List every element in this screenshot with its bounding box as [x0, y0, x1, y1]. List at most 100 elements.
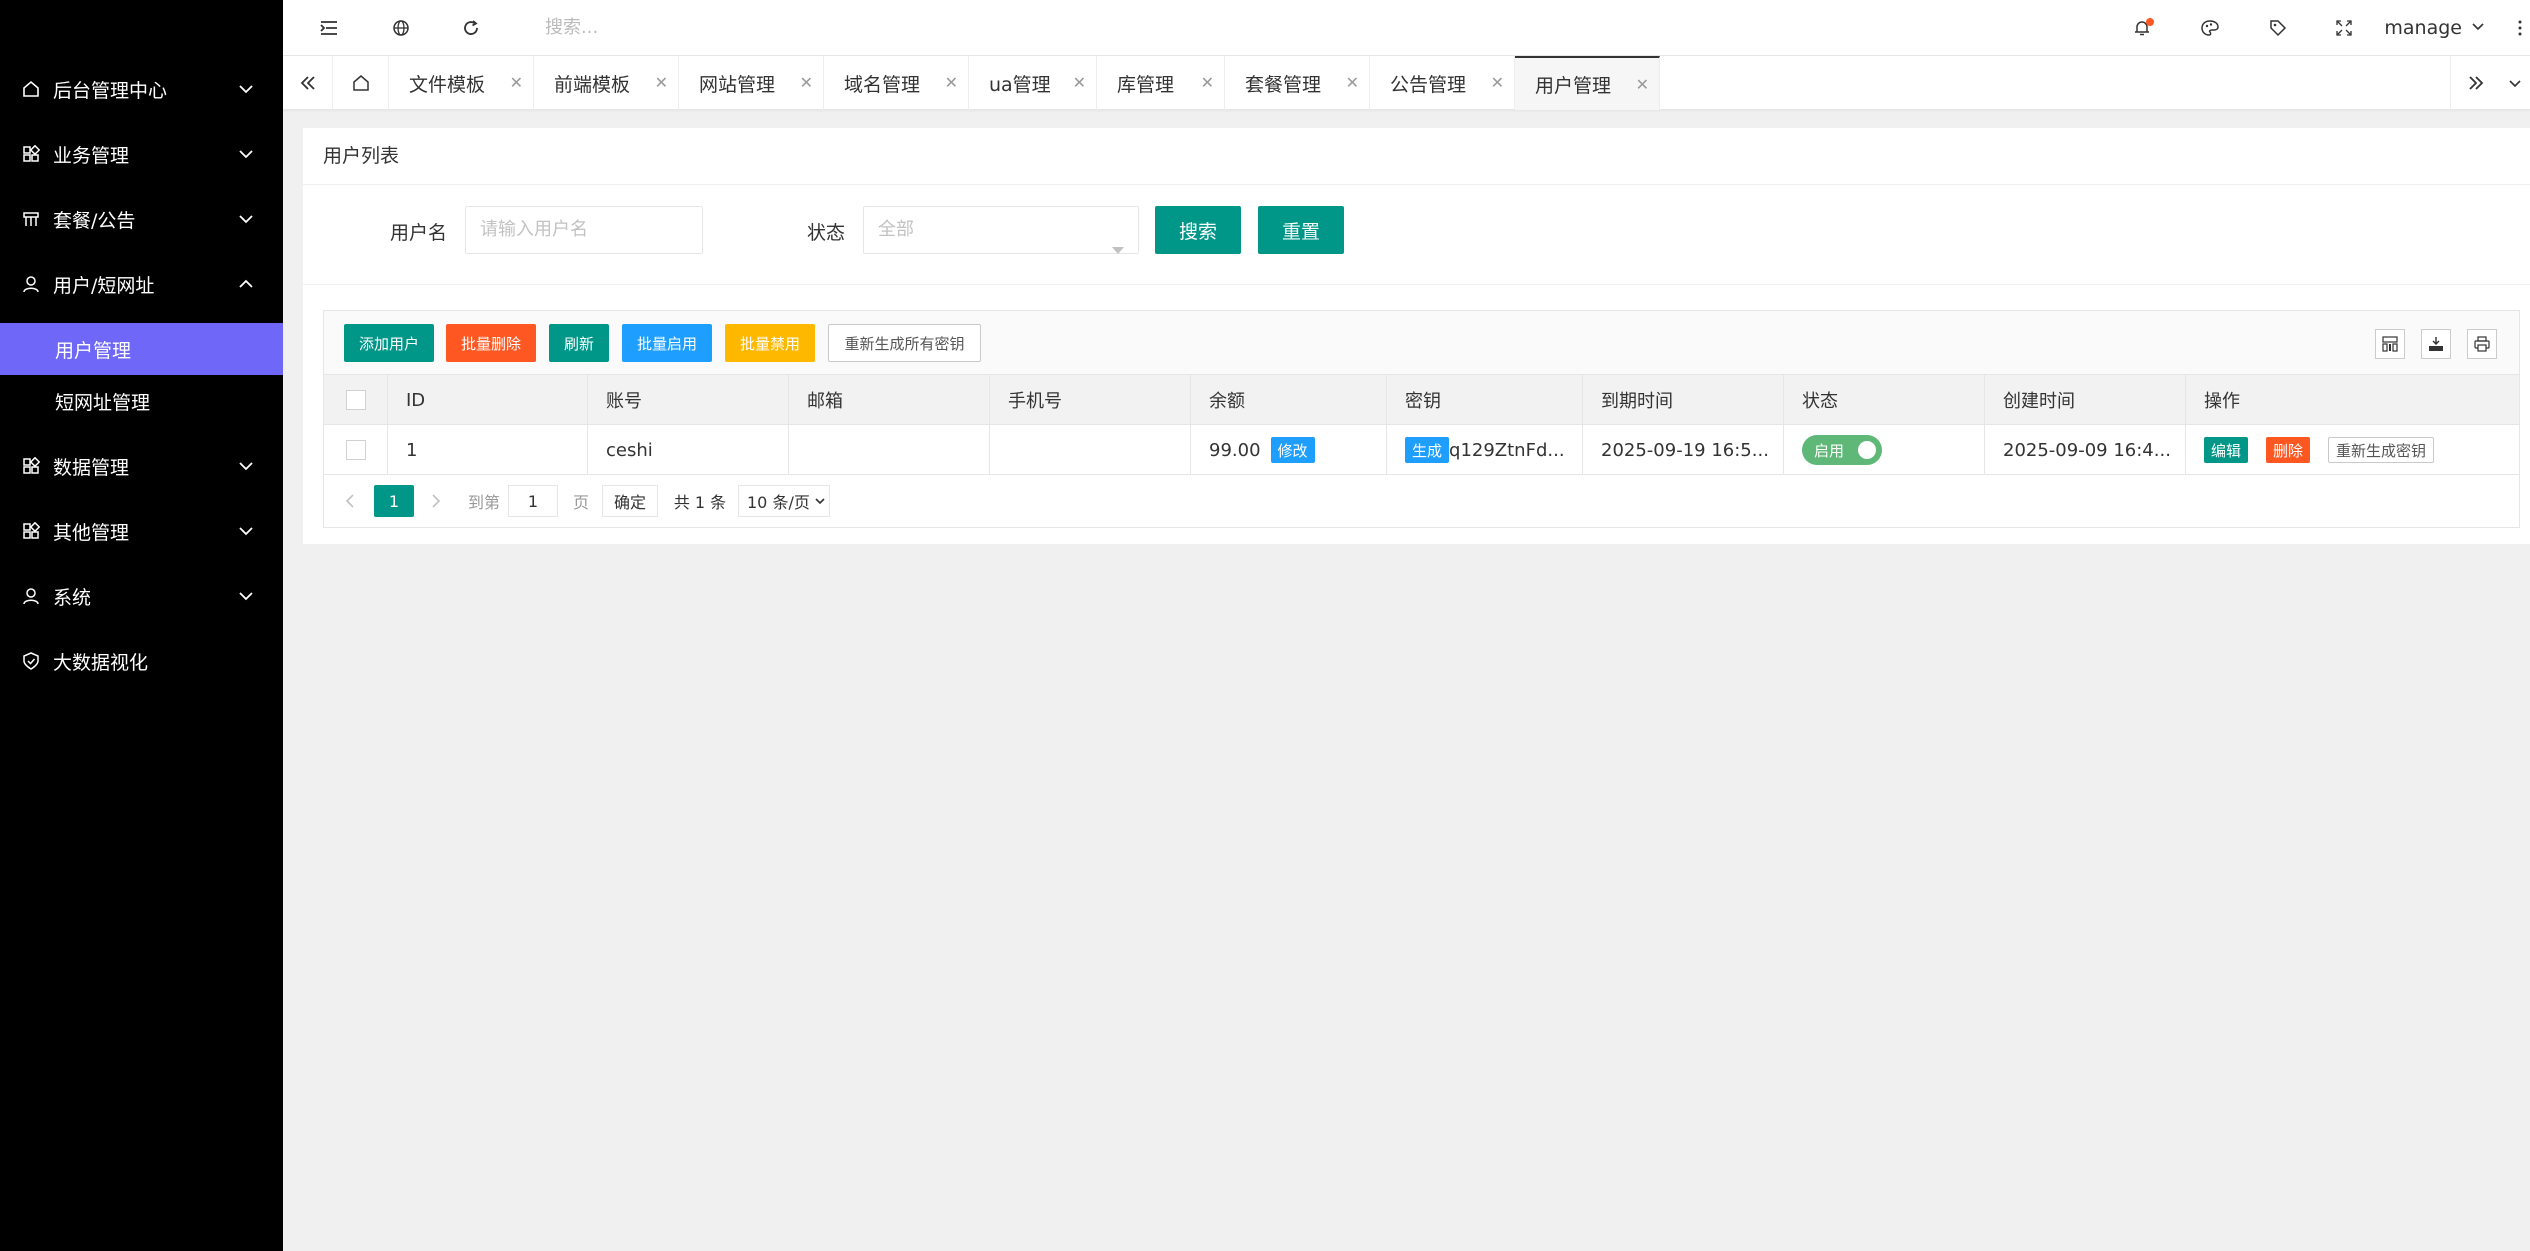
cell-phone	[990, 425, 1191, 475]
close-icon[interactable]: ✕	[1491, 73, 1504, 92]
cell-actions: 编辑 删除 重新生成密钥	[2186, 425, 2519, 475]
close-icon[interactable]: ✕	[510, 73, 523, 92]
reset-button[interactable]: 重置	[1258, 206, 1344, 254]
column-header[interactable]: 状态	[1784, 375, 1985, 425]
tab-user-management[interactable]: 用户管理 ✕	[1515, 56, 1660, 110]
page-size-select[interactable]: 10 条/页	[738, 485, 830, 517]
regenerate-all-keys-button[interactable]: 重新生成所有密钥	[828, 324, 981, 362]
add-user-button[interactable]: 添加用户	[344, 324, 434, 362]
chevron-down-icon	[235, 455, 257, 477]
tabs-menu-chevron-icon[interactable]	[2500, 56, 2530, 110]
sidebar-item-business[interactable]: 业务管理	[0, 122, 283, 186]
search-button[interactable]: 搜索	[1155, 206, 1241, 254]
store-icon	[21, 209, 41, 229]
close-icon[interactable]: ✕	[1201, 73, 1214, 92]
close-icon[interactable]: ✕	[1346, 73, 1359, 92]
sidebar-item-user-shorturl[interactable]: 用户/短网址	[0, 252, 283, 316]
status-select[interactable]: 全部	[863, 206, 1139, 254]
edit-button[interactable]: 编辑	[2204, 437, 2249, 463]
select-all-cell	[324, 375, 388, 425]
column-header[interactable]: 到期时间	[1583, 375, 1784, 425]
more-vertical-icon[interactable]	[2510, 12, 2530, 44]
sidebar-subitem-user-management[interactable]: 用户管理	[0, 323, 283, 375]
batch-disable-button[interactable]: 批量禁用	[725, 324, 815, 362]
goto-page-input[interactable]: 1	[508, 485, 558, 517]
close-icon[interactable]: ✕	[1636, 75, 1649, 94]
refresh-icon[interactable]	[455, 12, 487, 44]
tab-library-management[interactable]: 库管理 ✕	[1097, 56, 1225, 110]
sidebar-item-data[interactable]: 数据管理	[0, 434, 283, 498]
sidebar-item-system[interactable]: 系统	[0, 564, 283, 628]
column-header[interactable]: 密钥	[1387, 375, 1583, 425]
sidebar-item-bigdata[interactable]: 大数据视化	[0, 629, 283, 693]
row-checkbox[interactable]	[345, 440, 366, 460]
sidebar-item-admin-center[interactable]: 后台管理中心	[0, 57, 283, 121]
tab-file-template[interactable]: 文件模板 ✕	[389, 56, 534, 110]
print-icon[interactable]	[2467, 329, 2497, 359]
tab-notice-management[interactable]: 公告管理 ✕	[1370, 56, 1515, 110]
fullscreen-icon[interactable]	[2328, 12, 2360, 44]
regenerate-key-button[interactable]: 重新生成密钥	[2328, 437, 2435, 463]
user-menu[interactable]: manage	[2384, 12, 2486, 44]
batch-delete-button[interactable]: 批量删除	[446, 324, 536, 362]
sidebar-item-label: 其他管理	[53, 521, 130, 544]
tab-website-management[interactable]: 网站管理 ✕	[679, 56, 824, 110]
table-toolbar: 添加用户 批量删除 刷新 批量启用 批量禁用 重新生成所有密钥	[324, 311, 2519, 375]
close-icon[interactable]: ✕	[1073, 73, 1086, 92]
cell-balance: 99.00 修改	[1191, 425, 1387, 475]
page-1-button[interactable]: 1	[374, 485, 414, 517]
column-header[interactable]: 手机号	[990, 375, 1191, 425]
prev-page-icon[interactable]	[338, 485, 362, 517]
tabs-scroll-left-icon[interactable]	[283, 56, 333, 110]
username-input[interactable]: 请输入用户名	[465, 206, 703, 254]
chevron-down-icon	[235, 208, 257, 230]
tab-package-management[interactable]: 套餐管理 ✕	[1225, 56, 1370, 110]
apps-icon	[21, 521, 41, 541]
sidebar-subitem-shorturl-management[interactable]: 短网址管理	[0, 375, 283, 427]
page-size-value: 10 条/页	[747, 493, 810, 512]
user-icon	[21, 586, 41, 606]
tab-home[interactable]	[333, 56, 389, 110]
bell-icon[interactable]	[2126, 12, 2158, 44]
select-all-checkbox[interactable]	[345, 390, 366, 410]
edit-balance-button[interactable]: 修改	[1270, 437, 1315, 463]
cell-created-time: 2025-09-09 16:4...	[1985, 425, 2186, 475]
batch-enable-button[interactable]: 批量启用	[622, 324, 712, 362]
status-toggle[interactable]: 启用	[1802, 435, 1882, 465]
tab-ua-management[interactable]: ua管理 ✕	[969, 56, 1097, 110]
divider	[303, 284, 2530, 285]
column-header[interactable]: ID	[388, 375, 588, 425]
delete-button[interactable]: 删除	[2266, 437, 2311, 463]
sidebar-item-other[interactable]: 其他管理	[0, 499, 283, 563]
column-header[interactable]: 余额	[1191, 375, 1387, 425]
card-title: 用户列表	[323, 145, 400, 167]
menu-toggle-icon[interactable]	[313, 12, 345, 44]
close-icon[interactable]: ✕	[655, 73, 668, 92]
palette-icon[interactable]	[2194, 12, 2226, 44]
export-icon[interactable]	[2421, 329, 2451, 359]
next-page-icon[interactable]	[424, 485, 448, 517]
tab-bar: 文件模板 ✕ 前端模板 ✕ 网站管理 ✕ 域名管理 ✕ ua管理 ✕ 库管理 ✕ 套餐管理 ✕…	[283, 56, 2530, 110]
generate-key-button[interactable]: 生成	[1405, 437, 1450, 463]
column-header[interactable]: 邮箱	[789, 375, 990, 425]
globe-icon[interactable]	[385, 12, 417, 44]
goto-confirm-button[interactable]: 确定	[602, 485, 658, 517]
close-icon[interactable]: ✕	[800, 73, 813, 92]
username-label: manage	[2384, 17, 2462, 39]
tab-label: 域名管理	[844, 73, 921, 96]
column-header[interactable]: 创建时间	[1985, 375, 2186, 425]
sidebar-item-package-notice[interactable]: 套餐/公告	[0, 187, 283, 251]
tab-domain-management[interactable]: 域名管理 ✕	[824, 56, 969, 110]
tabs-scroll-right-icon[interactable]	[2450, 56, 2500, 110]
tab-frontend-template[interactable]: 前端模板 ✕	[534, 56, 679, 110]
cell-id: 1	[388, 425, 588, 475]
column-header[interactable]: 账号	[588, 375, 789, 425]
chevron-down-icon	[2470, 17, 2486, 39]
refresh-button[interactable]: 刷新	[549, 324, 609, 362]
columns-filter-icon[interactable]	[2375, 329, 2405, 359]
tag-icon[interactable]	[2262, 12, 2294, 44]
user-list-card: 用户列表 用户名 请输入用户名 状态 全部 搜索 重置 添加用户 批量删除 刷新…	[303, 128, 2530, 544]
search-input[interactable]: 搜索...	[545, 12, 845, 44]
column-header[interactable]: 操作	[2186, 375, 2519, 425]
close-icon[interactable]: ✕	[945, 73, 958, 92]
